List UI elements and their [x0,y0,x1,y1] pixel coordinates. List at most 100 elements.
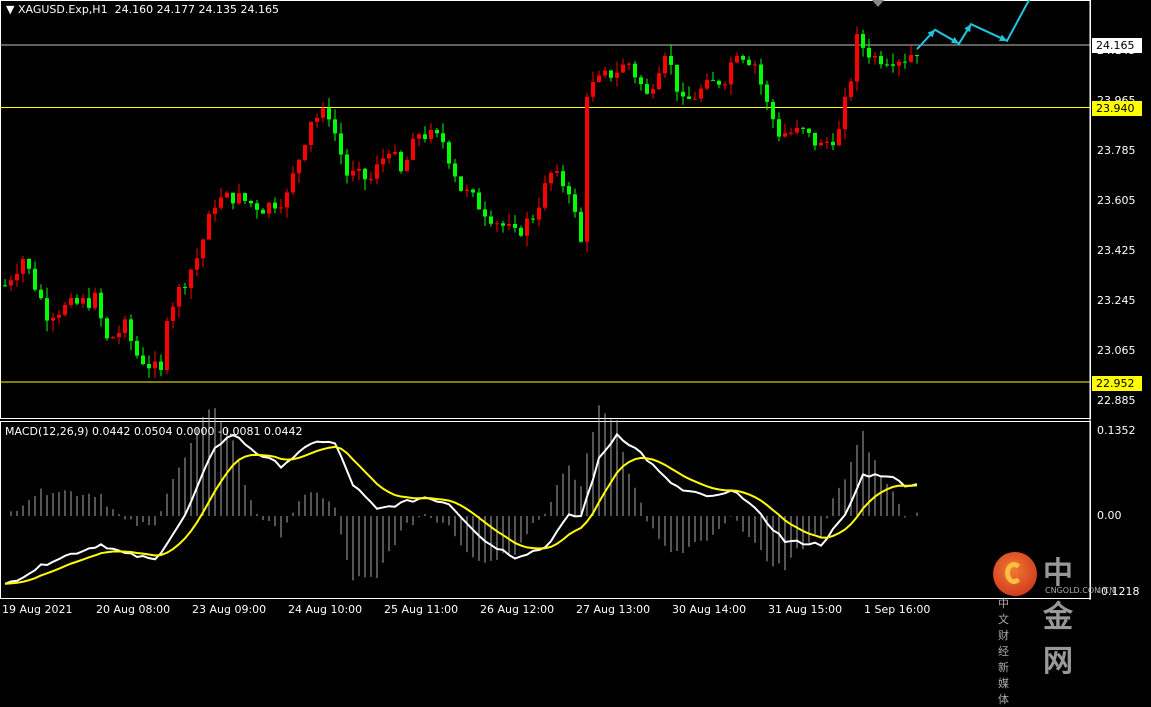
bear-candle [717,80,721,85]
bear-candle [891,64,895,66]
bear-candle [471,189,475,193]
bull-candle [375,164,379,179]
bear-candle [531,218,535,220]
bear-candle [669,56,673,65]
symbol-label: XAGUSD.Exp,H1 [17,3,108,16]
bear-candle [567,186,571,195]
bear-candle [813,132,817,146]
bear-candle [231,192,235,204]
bear-candle [477,192,481,210]
bull-candle [237,193,241,204]
bear-candle [27,259,31,269]
bull-candle [549,172,553,184]
bull-candle [429,129,433,140]
bull-candle [723,84,727,86]
bear-candle [423,134,427,140]
bear-candle [633,63,637,78]
bear-candle [399,152,403,172]
price-tick: 23.785 [1097,144,1136,157]
support-price-box: 22.952 [1092,376,1142,391]
price-tick: 23.245 [1097,294,1136,307]
bear-candle [39,289,43,299]
bull-candle [729,62,733,85]
resistance-price-box: 23.940 [1092,101,1142,116]
bull-candle [15,273,19,281]
bull-candle [525,218,529,236]
time-tick: 1 Sep 16:00 [864,603,931,616]
bear-candle [87,298,91,308]
bull-candle [81,298,85,304]
bear-candle [879,55,883,65]
bear-candle [333,119,337,134]
bull-candle [291,173,295,193]
bull-candle [201,239,205,259]
bull-candle [219,197,223,208]
bull-candle [381,158,385,165]
bull-candle [315,117,319,122]
bear-candle [489,216,493,224]
time-tick: 25 Aug 11:00 [384,603,459,616]
bull-candle [303,145,307,160]
bull-candle [843,96,847,130]
bear-candle [441,133,445,143]
bear-candle [573,194,577,212]
bull-candle [171,306,175,322]
current-price-box: 24.165 [1092,38,1142,53]
price-tick: 23.605 [1097,194,1136,207]
chart-canvas [0,0,1091,600]
bear-candle [135,340,139,356]
bull-candle [585,96,589,242]
collapse-triangle-icon[interactable]: ▼ [6,3,14,16]
bear-candle [345,154,349,176]
bear-candle [459,176,463,191]
bear-candle [765,84,769,102]
bear-candle [105,318,109,339]
bull-candle [543,183,547,208]
bull-candle [705,79,709,89]
bear-candle [771,101,775,120]
bull-candle [651,88,655,94]
bull-candle [849,81,853,97]
bull-candle [69,298,73,306]
time-tick: 24 Aug 10:00 [288,603,363,616]
bear-candle [243,193,247,201]
bear-candle [519,227,523,236]
bear-candle [3,285,7,287]
bear-candle [711,79,715,81]
bull-candle [621,64,625,73]
bull-candle [855,34,859,82]
bear-candle [453,163,457,177]
bear-candle [807,128,811,133]
macd-tick-top: 0.1352 [1097,424,1136,437]
bull-candle [57,314,61,318]
bear-candle [801,127,805,129]
bear-candle [741,56,745,60]
price-tick: 22.885 [1097,394,1136,407]
bull-candle [321,108,325,118]
bear-candle [99,292,103,319]
bear-candle [447,142,451,164]
bear-candle [363,168,367,180]
bull-candle [753,64,757,66]
time-tick: 30 Aug 14:00 [672,603,747,616]
bear-candle [183,286,187,288]
bull-candle [819,142,823,146]
bull-candle [795,127,799,133]
bear-candle [561,171,565,187]
bear-candle [75,298,79,304]
bull-candle [789,132,793,134]
bull-candle [657,73,661,89]
bull-candle [417,134,421,139]
bear-candle [159,361,163,371]
bear-candle [261,209,265,214]
bull-candle [411,138,415,160]
bull-candle [627,63,631,65]
bull-candle [285,192,289,208]
bull-candle [369,178,373,180]
bear-candle [915,55,919,57]
time-tick: 31 Aug 15:00 [768,603,843,616]
bull-candle [603,70,607,76]
bull-candle [507,223,511,226]
bear-candle [759,64,763,85]
bear-candle [867,47,871,58]
